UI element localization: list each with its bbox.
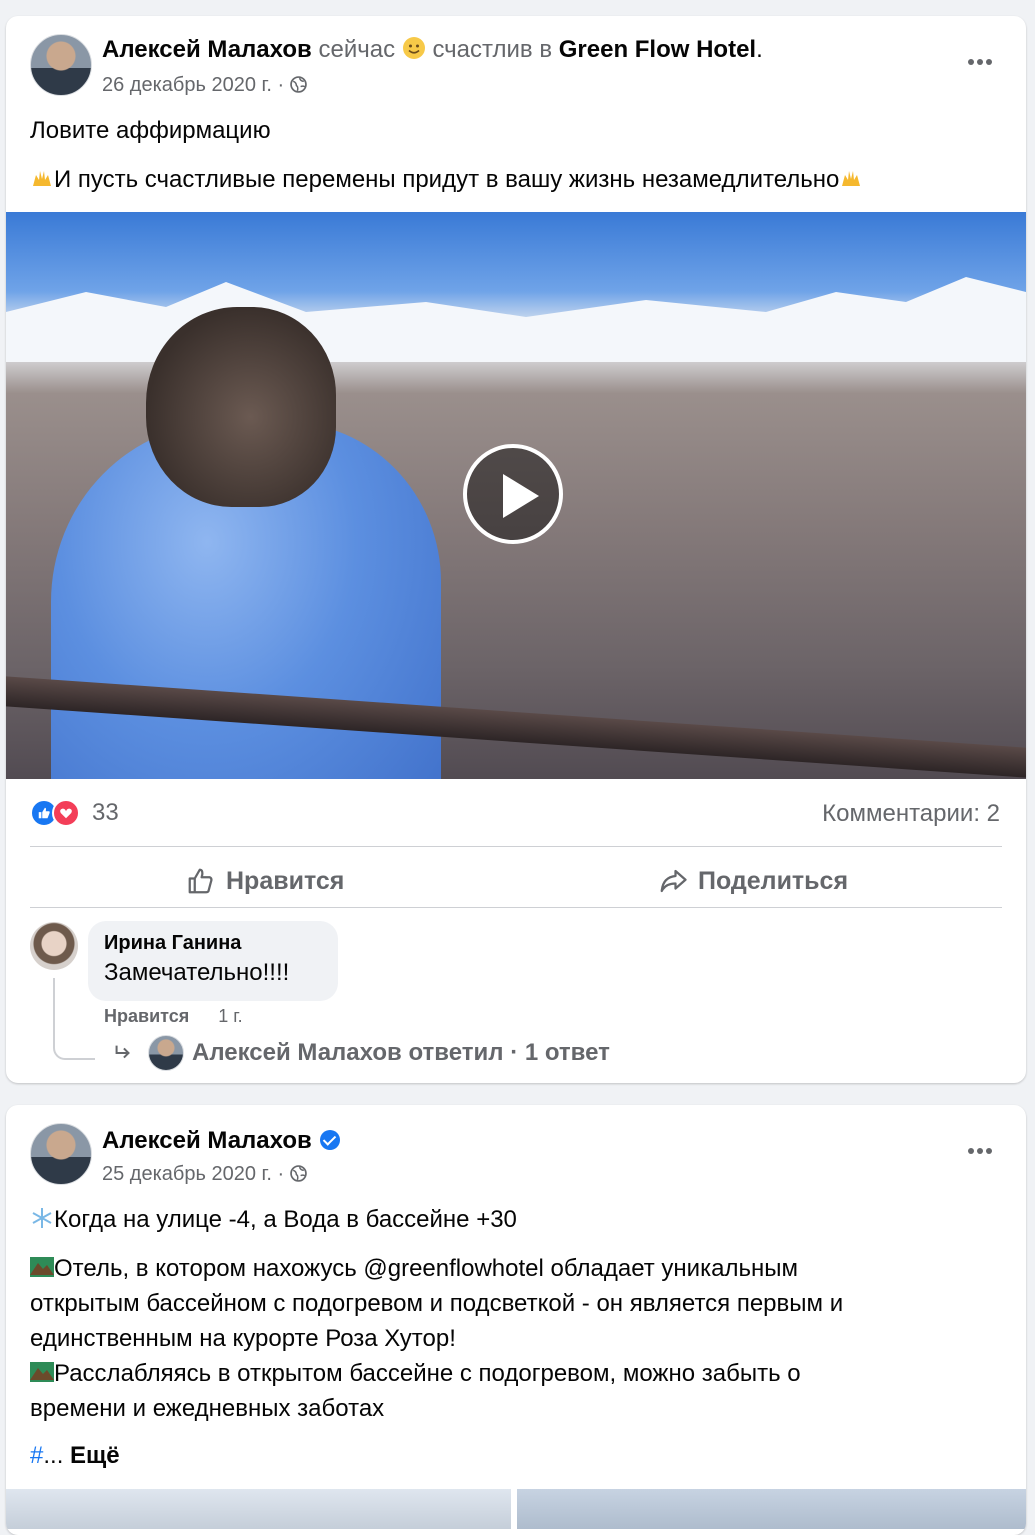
post-hashtag-line: #... Ещё	[30, 1438, 120, 1473]
like-button[interactable]: Нравится	[186, 861, 344, 901]
post-photo[interactable]	[517, 1489, 1026, 1529]
post-text-line: Отель, в котором нахожусь @greenflowhote…	[30, 1251, 843, 1286]
post-text-line: Когда на улице -4, а Вода в бассейне +30	[30, 1202, 517, 1237]
place-link[interactable]: Green Flow Hotel	[559, 36, 756, 63]
ellipsis: ...	[43, 1442, 64, 1469]
post-date-text: 25 декабрь 2020 г. ·	[102, 1163, 285, 1185]
reply-author-avatar	[148, 1035, 184, 1071]
post-time-label: сейчас	[318, 36, 396, 63]
reactions-count: 33	[92, 799, 119, 826]
post-text-affirmation: И пусть счастливые перемены придут в ваш…	[30, 162, 863, 197]
place-suffix: .	[756, 36, 763, 63]
see-more-link[interactable]: Ещё	[70, 1442, 120, 1469]
post-text-line: Ловите аффирмацию	[30, 117, 271, 144]
person-head	[146, 307, 336, 507]
post-header: Алексей Малахов	[102, 1127, 340, 1155]
author-name[interactable]: Алексей Малахов	[102, 36, 312, 63]
divider	[30, 907, 1002, 908]
post-date[interactable]: 25 декабрь 2020 г. ·	[102, 1163, 307, 1186]
post-date[interactable]: 26 декабрь 2020 г. ·	[102, 74, 307, 97]
post-text-line: открытым бассейном с подогревом и подсве…	[30, 1290, 844, 1317]
affirmation-text: И пусть счастливые перемены придут в ваш…	[54, 166, 840, 193]
raising-hands-icon	[33, 171, 51, 186]
smile-emoji-icon	[402, 37, 425, 59]
post-card: Алексей Малахов сейчас счастлив в Green …	[6, 16, 1026, 1083]
more-icon[interactable]	[966, 52, 1000, 72]
comment-like-link[interactable]: Нравится	[104, 1006, 189, 1026]
paragraph-text: Отель, в котором нахожусь @greenflowhote…	[54, 1255, 798, 1282]
raising-hands-icon	[842, 171, 861, 186]
comment-bubble: Ирина Ганина Замечательно!!!!	[88, 921, 338, 1001]
post-card: Алексей Малахов 25 декабрь 2020 г. · Ког…	[6, 1105, 1026, 1535]
comment-text: Замечательно!!!!	[104, 959, 290, 986]
author-avatar[interactable]	[30, 34, 92, 96]
view-replies-link[interactable]: Алексей Малахов ответил · 1 ответ	[112, 1035, 610, 1071]
post-header: Алексей Малахов сейчас счастлив в Green …	[102, 36, 763, 64]
reply-arrow-icon	[115, 1045, 130, 1059]
like-button-label: Нравится	[226, 866, 345, 895]
divider	[30, 846, 1002, 847]
comment-actions: Нравится 1 г.	[104, 1006, 243, 1027]
feeling-text: счастлив в	[432, 36, 553, 63]
snowflake-icon	[32, 1208, 52, 1228]
commenter-name[interactable]: Ирина Ганина	[104, 931, 322, 955]
mountain-icon	[30, 1362, 54, 1382]
play-icon[interactable]	[463, 444, 563, 544]
reply-summary: Алексей Малахов ответил · 1 ответ	[192, 1039, 610, 1066]
mountain-ridge-image	[6, 277, 1026, 362]
reactions-summary[interactable]: 33	[30, 798, 119, 828]
thumbs-up-icon	[188, 868, 213, 894]
share-button[interactable]: Поделиться	[658, 861, 848, 901]
comment-age[interactable]: 1 г.	[218, 1006, 242, 1026]
mountain-icon	[30, 1257, 54, 1277]
more-icon[interactable]	[966, 1141, 1000, 1161]
hashtag-link[interactable]: #	[30, 1442, 43, 1469]
share-arrow-icon	[660, 869, 687, 893]
post-text-line: единственным на курорте Роза Хутор!	[30, 1325, 456, 1352]
post-paragraph: Отель, в котором нахожусь @greenflowhote…	[30, 1251, 843, 1426]
post-photos[interactable]	[6, 1489, 1026, 1529]
post-text-line: Расслабляясь в открытом бассейне с подог…	[30, 1356, 843, 1391]
globe-icon	[289, 76, 307, 93]
post-text-line: времени и ежедневных заботах	[30, 1395, 385, 1422]
share-button-label: Поделиться	[698, 866, 849, 895]
post-video[interactable]	[6, 212, 1026, 779]
post-photo[interactable]	[6, 1489, 511, 1529]
author-name[interactable]: Алексей Малахов	[102, 1127, 312, 1154]
post-line-weather: Когда на улице -4, а Вода в бассейне +30	[54, 1206, 517, 1233]
paragraph-text: Расслабляясь в открытом бассейне с подог…	[54, 1360, 801, 1387]
globe-icon	[289, 1165, 307, 1182]
love-reaction-icon	[52, 799, 80, 827]
verified-badge-icon	[319, 1130, 340, 1150]
comments-count[interactable]: Комментарии: 2	[822, 800, 1000, 828]
post-date-text: 26 декабрь 2020 г. ·	[102, 74, 285, 96]
author-avatar[interactable]	[30, 1123, 92, 1185]
commenter-avatar[interactable]	[30, 922, 78, 970]
